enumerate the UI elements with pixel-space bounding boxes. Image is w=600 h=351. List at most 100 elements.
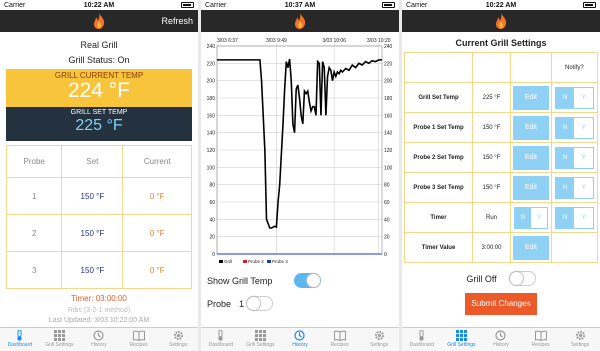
y-tick-label-right: 140: [384, 131, 393, 137]
timer-label: Timer: 03:00:00: [71, 294, 127, 303]
setting-value: 150 °F: [472, 142, 511, 173]
set-temp-label: GRILL SET TEMP: [70, 109, 128, 116]
notify-yes-option[interactable]: Y: [574, 147, 594, 168]
tab-bar: Dashboard Grill Settings History Recipes Set…: [201, 327, 399, 351]
legend-entry: Probe 3: [272, 259, 288, 264]
tab-recipes[interactable]: Recipes: [521, 328, 561, 351]
probe-current-temp: 0 °F: [122, 177, 192, 215]
flame-logo-icon: [294, 13, 306, 29]
y-tick-label-left: 120: [207, 148, 216, 154]
legend-swatch: [243, 260, 247, 263]
recipe-method: Ribs (3-2-1 method): [67, 307, 131, 314]
nav-bar: Refresh: [0, 10, 198, 32]
notify-header: Notify?: [550, 52, 599, 83]
set-header: Set: [61, 145, 124, 178]
tab-history[interactable]: History: [280, 328, 320, 351]
tab-history[interactable]: History: [79, 328, 119, 351]
y-tick-label-right: 20: [384, 235, 390, 241]
notify-yes-option[interactable]: Y: [574, 177, 594, 198]
timer-no-option[interactable]: N: [515, 207, 531, 228]
grill-settings-screen: Carrier 10:22 AM Current Grill Settings …: [402, 0, 600, 351]
edit-timer-button[interactable]: Edit: [513, 235, 549, 260]
set-temp-value: 225 °F: [75, 117, 123, 134]
edit-probe2-button[interactable]: Edit: [513, 145, 549, 170]
y-tick-label-right: 160: [384, 113, 393, 119]
notify-no-option[interactable]: N: [555, 177, 575, 198]
grill-off-toggle[interactable]: [508, 271, 536, 286]
tab-label: Settings: [571, 342, 590, 348]
submit-changes-button[interactable]: Submit Changes: [465, 293, 537, 315]
notify-toggle: NY: [554, 206, 594, 229]
notify-no-option[interactable]: N: [555, 147, 575, 168]
tab-settings[interactable]: Settings: [560, 328, 600, 351]
probe-number: 2: [5, 214, 63, 252]
legend-entry: Grill: [224, 259, 232, 264]
settings-title: Current Grill Settings: [455, 38, 547, 48]
tab-grill-settings[interactable]: Grill Settings: [40, 328, 80, 351]
grill-status: Grill Status: On: [68, 55, 130, 65]
probe-set-temp: 150 °F: [61, 177, 124, 215]
book-icon: [132, 330, 145, 342]
tab-label: Grill Settings: [447, 342, 476, 348]
tab-recipes[interactable]: Recipes: [119, 328, 159, 351]
notify-toggle: NY: [554, 86, 594, 109]
notify-yes-option[interactable]: Y: [574, 87, 594, 108]
tab-history[interactable]: History: [481, 328, 521, 351]
probe-selector: 1: [239, 296, 274, 311]
tab-grill-settings[interactable]: Grill Settings: [241, 328, 281, 351]
edit-grill-temp-button[interactable]: Edit: [513, 85, 549, 110]
notify-yes-option[interactable]: Y: [574, 207, 594, 228]
edit-cell: Edit: [510, 112, 552, 143]
history-chart[interactable]: 0 0 20 20 40 40 60 60 80 80 100 100 120 120 140 140 160 1…: [201, 34, 399, 269]
notify-no-option[interactable]: N: [555, 207, 575, 228]
probe-toggle[interactable]: [246, 296, 274, 311]
notify-no-option[interactable]: N: [555, 87, 575, 108]
tab-grill-settings[interactable]: Grill Settings: [442, 328, 482, 351]
setting-value: 150 °F: [472, 112, 511, 143]
grill-off-label: Grill Off: [466, 273, 497, 284]
timer-yes-option[interactable]: Y: [530, 207, 547, 228]
grid-icon: [53, 330, 65, 342]
tab-dashboard[interactable]: Dashboard: [201, 328, 241, 351]
refresh-button[interactable]: Refresh: [161, 16, 193, 26]
edit-probe1-button[interactable]: Edit: [513, 115, 549, 140]
grid-icon: [254, 330, 266, 342]
y-tick-label-right: 120: [384, 148, 393, 154]
show-grill-temp-toggle[interactable]: [294, 273, 321, 288]
table-row: Probe 1 Set Temp 150 °F Edit NY: [404, 112, 599, 143]
table-row: Probe 2 Set Temp 150 °F Edit NY: [404, 142, 599, 173]
tab-dashboard[interactable]: Dashboard: [0, 328, 40, 351]
tab-label: Recipes: [531, 342, 550, 348]
legend-swatch: [267, 260, 271, 263]
notify-no-option[interactable]: N: [555, 117, 575, 138]
probe-number: 3: [5, 251, 63, 289]
clock-history-icon: [93, 330, 105, 342]
x-tick-label: 3/03 6:37: [217, 38, 238, 44]
notify-toggle: NY: [554, 176, 594, 199]
y-tick-label-right: 100: [384, 165, 393, 171]
tab-settings[interactable]: Settings: [359, 328, 399, 351]
edit-cell: Edit: [510, 82, 552, 113]
edit-probe3-button[interactable]: Edit: [513, 175, 549, 200]
flame-logo-icon: [93, 13, 105, 29]
show-grill-temp-label: Show Grill Temp: [207, 275, 273, 286]
series-line-grill: [217, 58, 382, 229]
clock-history-icon: [294, 330, 306, 342]
notify-yes-option[interactable]: Y: [574, 117, 594, 138]
y-tick-label-right: 0: [384, 252, 387, 258]
show-grill-temp-row: Show Grill Temp: [201, 273, 399, 288]
timer-run-toggle: NY: [514, 206, 548, 229]
setting-value: 3:00:00: [472, 232, 511, 263]
setting-label: Grill Set Temp: [404, 82, 473, 113]
tab-bar: Dashboard Grill Settings History Recipes Set…: [402, 327, 600, 351]
table-row: Timer Value 3:00:00 Edit: [404, 232, 599, 263]
clock-label: 10:22 AM: [83, 1, 115, 9]
tab-recipes[interactable]: Recipes: [320, 328, 360, 351]
setting-value: 225 °F: [472, 82, 511, 113]
tab-settings[interactable]: Settings: [158, 328, 198, 351]
y-tick-label-right: 240: [384, 44, 393, 50]
tab-label: History: [493, 342, 509, 348]
tab-dashboard[interactable]: Dashboard: [402, 328, 442, 351]
grill-off-row: Grill Off: [402, 271, 600, 286]
last-updated: Last Updated: 3/03 10:22:00 AM: [48, 317, 150, 324]
